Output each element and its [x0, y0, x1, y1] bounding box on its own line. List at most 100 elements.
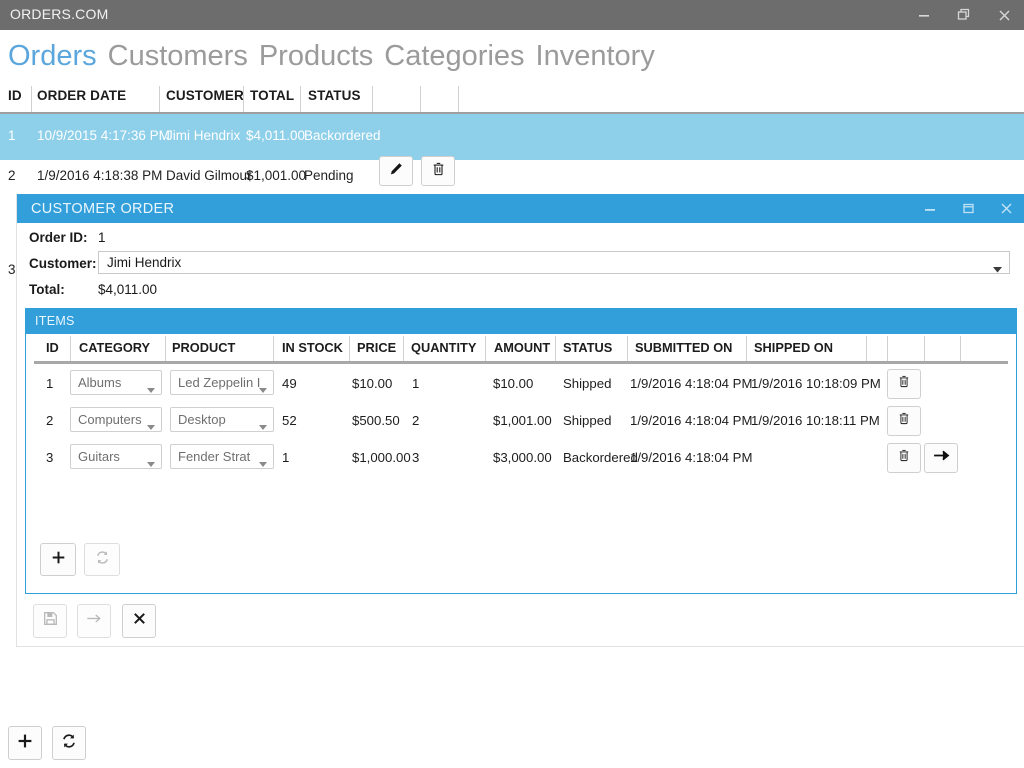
- column-header-price[interactable]: PRICE: [357, 340, 396, 355]
- column-header-amount[interactable]: AMOUNT: [494, 340, 550, 355]
- item-category-value: Computers: [78, 412, 142, 427]
- order-customer: Jimi Hendrix: [166, 128, 241, 143]
- maximize-button[interactable]: [944, 0, 984, 30]
- column-header-customer[interactable]: CUSTOMER: [166, 88, 244, 103]
- save-icon: [43, 611, 58, 631]
- column-header-product[interactable]: PRODUCT: [172, 340, 235, 355]
- customer-select[interactable]: Jimi Hendrix: [98, 251, 1010, 274]
- column-header-id[interactable]: ID: [8, 88, 22, 103]
- customer-select-value: Jimi Hendrix: [107, 255, 182, 270]
- item-product-select[interactable]: Fender Strat: [170, 444, 274, 469]
- dialog-title: CUSTOMER ORDER: [31, 201, 175, 217]
- item-product-value: Led Zeppelin I: [178, 375, 261, 390]
- refresh-items-button[interactable]: [84, 543, 120, 576]
- delete-item-button[interactable]: [887, 406, 921, 436]
- trash-icon: [898, 375, 910, 393]
- item-shipped-on: 1/9/2016 10:18:09 PM: [751, 376, 881, 391]
- item-amount: $1,001.00: [493, 413, 552, 428]
- chevron-down-icon: [259, 380, 267, 398]
- delete-item-button[interactable]: [887, 369, 921, 399]
- chevron-down-icon: [147, 454, 155, 472]
- column-header-submitted-on[interactable]: SUBMITTED ON: [635, 340, 732, 355]
- column-header-in-stock[interactable]: IN STOCK: [282, 340, 343, 355]
- customer-order-dialog: CUSTOMER ORDER Order ID: 1 Customer: Jim…: [16, 194, 1024, 647]
- delete-item-button[interactable]: [887, 443, 921, 473]
- order-status: Backordered: [304, 128, 381, 143]
- chevron-down-icon: [259, 417, 267, 435]
- arrow-right-icon: [86, 612, 102, 630]
- nav-item-categories[interactable]: Categories: [384, 40, 524, 72]
- dialog-window-controls: [911, 194, 1024, 223]
- column-header-quantity[interactable]: QUANTITY: [411, 340, 476, 355]
- item-category-select[interactable]: Albums: [70, 370, 162, 395]
- order-total: $4,011.00: [246, 128, 306, 143]
- order-total: $1,001.00: [246, 168, 307, 183]
- item-status: Shipped: [563, 413, 612, 428]
- item-quantity: 1: [412, 376, 420, 391]
- order-id: 2: [8, 168, 16, 183]
- order-date: 10/9/2015 4:17:36 PM: [37, 128, 170, 143]
- edit-order-button[interactable]: [379, 156, 413, 186]
- dialog-maximize-button[interactable]: [949, 194, 987, 223]
- item-price: $500.50: [352, 413, 400, 428]
- item-quantity: 2: [412, 413, 420, 428]
- column-header-total[interactable]: TOTAL: [250, 88, 294, 103]
- order-id: 3: [8, 262, 16, 277]
- column-header-order-date[interactable]: ORDER DATE: [37, 88, 126, 103]
- column-header-status[interactable]: STATUS: [563, 340, 612, 355]
- item-product-value: Desktop: [178, 412, 226, 427]
- item-category-select[interactable]: Guitars: [70, 444, 162, 469]
- close-x-icon: [132, 611, 147, 631]
- nav-item-inventory[interactable]: Inventory: [536, 40, 655, 72]
- item-price: $1,000.00: [352, 450, 411, 465]
- dialog-close-button[interactable]: [987, 194, 1024, 223]
- column-header-status[interactable]: STATUS: [308, 88, 361, 103]
- refresh-orders-button[interactable]: [52, 726, 86, 760]
- nav-item-orders[interactable]: Orders: [8, 40, 97, 72]
- save-order-button[interactable]: [33, 604, 67, 638]
- chevron-down-icon: [259, 454, 267, 472]
- item-category-select[interactable]: Computers: [70, 407, 162, 432]
- add-item-button[interactable]: [40, 543, 76, 576]
- minimize-button[interactable]: [904, 0, 944, 30]
- main-navigation: Orders Customers Products Categories Invento…: [0, 30, 1024, 82]
- list-item[interactable]: 3 Guitars Fender Strat 1 $1,000.00 3 $3,…: [26, 440, 1016, 477]
- column-header-category[interactable]: CATEGORY: [79, 340, 150, 355]
- item-product-select[interactable]: Desktop: [170, 407, 274, 432]
- nav-item-customers[interactable]: Customers: [108, 40, 248, 72]
- item-product-select[interactable]: Led Zeppelin I: [170, 370, 274, 395]
- item-in-stock: 49: [282, 376, 297, 391]
- trash-icon: [432, 162, 445, 181]
- list-item[interactable]: 2 Computers Desktop 52 $500.50 2 $1,001.…: [26, 403, 1016, 440]
- refresh-icon: [95, 550, 110, 570]
- column-header-id[interactable]: ID: [46, 340, 59, 355]
- items-grid-header: ID CATEGORY PRODUCT IN STOCK PRICE QUANT…: [26, 334, 1016, 364]
- item-price: $10.00: [352, 376, 393, 391]
- submit-order-button[interactable]: [77, 604, 111, 638]
- nav-item-products[interactable]: Products: [259, 40, 373, 72]
- items-panel-header: ITEMS: [26, 309, 1016, 334]
- delete-order-button[interactable]: [421, 156, 455, 186]
- dialog-titlebar: CUSTOMER ORDER: [17, 194, 1024, 223]
- order-customer: David Gilmour: [166, 168, 252, 183]
- refresh-icon: [61, 733, 77, 754]
- list-item[interactable]: 1 Albums Led Zeppelin I 49 $10.00 1 $10.…: [26, 366, 1016, 403]
- order-id-value: 1: [98, 230, 106, 245]
- window-controls: [904, 0, 1024, 30]
- chevron-down-icon: [147, 417, 155, 435]
- cancel-order-button[interactable]: [122, 604, 156, 638]
- column-header-shipped-on[interactable]: SHIPPED ON: [754, 340, 833, 355]
- dialog-minimize-button[interactable]: [911, 194, 949, 223]
- plus-icon: [51, 550, 66, 570]
- item-id: 1: [46, 376, 54, 391]
- items-panel-title: ITEMS: [35, 314, 75, 328]
- plus-icon: [17, 733, 33, 754]
- close-button[interactable]: [984, 0, 1024, 30]
- arrow-right-icon: [933, 449, 950, 467]
- item-submitted-on: 1/9/2016 4:18:04 PM: [630, 376, 753, 391]
- ship-item-button[interactable]: [924, 443, 958, 473]
- table-row[interactable]: 1 10/9/2015 4:17:36 PM Jimi Hendrix $4,0…: [0, 114, 1024, 271]
- item-shipped-on: 1/9/2016 10:18:11 PM: [751, 413, 880, 428]
- add-order-button[interactable]: [8, 726, 42, 760]
- trash-icon: [898, 412, 910, 430]
